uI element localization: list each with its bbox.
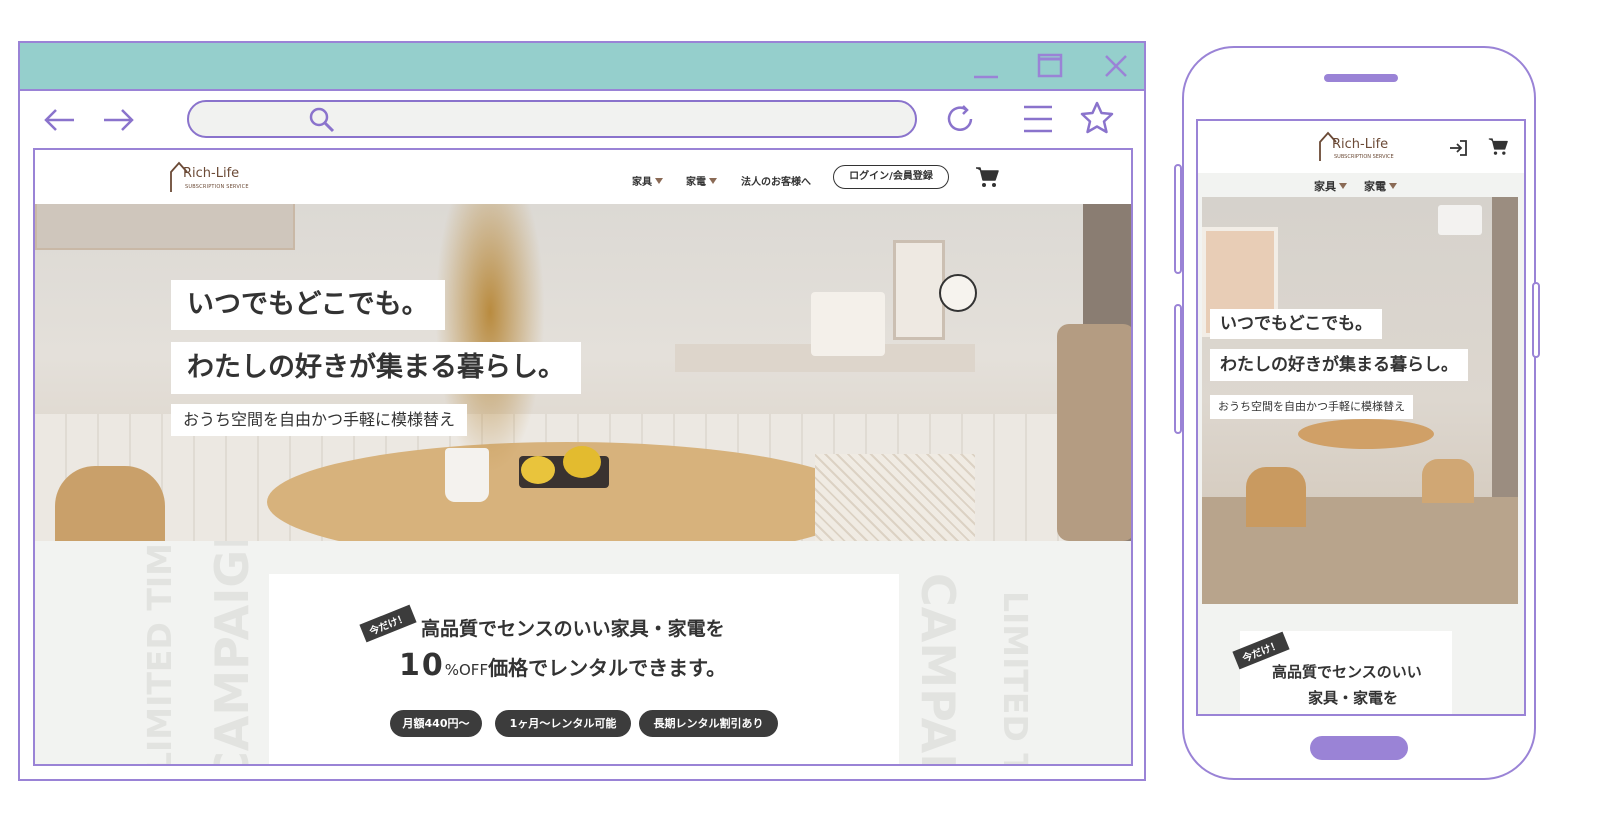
round-table-image: [1298, 419, 1434, 449]
bg-text-campaign-right: CAMPAIGN: [911, 573, 965, 766]
dropdown-triangle-icon: [655, 178, 663, 184]
desktop-browser-mockup: Rich-Life SUBSCRIPTION SERVICE 家具 家電 法人の…: [18, 41, 1146, 781]
nav-business[interactable]: 法人のお客様へ: [741, 173, 811, 188]
address-bar[interactable]: [187, 100, 917, 138]
logo-sub-text: SUBSCRIPTION SERVICE: [185, 184, 249, 190]
air-conditioner-image: [1438, 205, 1482, 235]
armchair-image: [1057, 324, 1131, 541]
chair-image: [1246, 467, 1306, 527]
phone-side-button-left-2: [1174, 304, 1182, 434]
minimize-icon[interactable]: [970, 51, 1002, 81]
mobile-campaign-headline-1: 高品質でセンスのいい: [1272, 663, 1422, 681]
campaign-card: 今だけ！ 高品質でセンスのいい家具・家電を 10%OFF価格でレンタルできます。…: [269, 574, 899, 764]
mobile-nav-furniture[interactable]: 家具: [1314, 178, 1347, 194]
nav-appliances-label: 家電: [686, 177, 706, 188]
chair-image: [55, 466, 165, 541]
bg-text-limited-time-right: LIMITED TIME: [996, 591, 1035, 766]
mobile-site-logo[interactable]: Rich-Life SUBSCRIPTION SERVICE: [1318, 131, 1402, 165]
mobile-cart-icon[interactable]: [1488, 137, 1508, 156]
lemon-image: [563, 446, 601, 478]
hero-subheadline: おうち空間を自由かつ手軽に模様替え: [171, 404, 468, 436]
discount-number: 10: [399, 648, 445, 683]
back-arrow-icon[interactable]: [40, 100, 80, 140]
mobile-nav-furniture-label: 家具: [1314, 180, 1336, 193]
desktop-page-viewport: Rich-Life SUBSCRIPTION SERVICE 家具 家電 法人の…: [33, 148, 1133, 766]
site-logo[interactable]: Rich-Life SUBSCRIPTION SERVICE: [169, 160, 253, 196]
mobile-phone-mockup: Rich-Life SUBSCRIPTION SERVICE 家具 家電 いつで…: [1174, 46, 1540, 780]
forward-arrow-icon[interactable]: [98, 100, 138, 140]
campaign-headline-1: 高品質でセンスのいい家具・家電を: [421, 618, 725, 640]
mobile-hero-section: いつでもどこでも。 わたしの好きが集まる暮らし。 おうち空間を自由かつ手軽に模様…: [1202, 197, 1518, 604]
site-header: Rich-Life SUBSCRIPTION SERVICE 家具 家電 法人の…: [35, 150, 1131, 204]
dropdown-triangle-icon: [1389, 183, 1397, 189]
search-icon: [309, 107, 335, 133]
mobile-nav-appliances-label: 家電: [1364, 180, 1386, 193]
phone-side-button-left-1: [1174, 164, 1182, 274]
hero-section: いつでもどこでも。 わたしの好きが集まる暮らし。 おうち空間を自由かつ手軽に模様…: [35, 204, 1131, 541]
pill-long-term-discount: 長期レンタル割引あり: [639, 710, 778, 737]
bookmark-star-icon[interactable]: [1078, 99, 1116, 137]
picture-frame-image: [893, 240, 945, 340]
nav-furniture[interactable]: 家具: [632, 173, 663, 188]
phone-speaker: [1324, 74, 1398, 82]
pill-monthly-rental: 1ヶ月〜レンタル可能: [495, 710, 631, 737]
campaign-headline-2: 10%OFF価格でレンタルできます。: [399, 648, 726, 683]
dropdown-triangle-icon: [709, 178, 717, 184]
logo-main-text: Rich-Life: [183, 166, 240, 181]
login-register-button[interactable]: ログイン/会員登録: [833, 165, 949, 189]
campaign-headline-2-rest: 価格でレンタルできます。: [488, 656, 727, 680]
nav-appliances[interactable]: 家電: [686, 173, 717, 188]
mobile-hero-subheadline: おうち空間を自由かつ手軽に模様替え: [1210, 395, 1413, 419]
login-icon[interactable]: [1448, 139, 1468, 157]
pill-monthly-price: 月額440円〜: [390, 710, 482, 737]
mobile-page-viewport: Rich-Life SUBSCRIPTION SERVICE 家具 家電 いつで…: [1196, 119, 1526, 716]
reload-icon[interactable]: [942, 101, 978, 137]
maximize-icon[interactable]: [1034, 51, 1066, 81]
bg-text-campaign-left: CAMPAIGN: [205, 541, 259, 766]
dropdown-triangle-icon: [1339, 183, 1347, 189]
limited-tag: 今だけ！: [359, 604, 417, 643]
menu-icon[interactable]: [1020, 101, 1056, 137]
discount-unit: %OFF: [444, 661, 489, 679]
mobile-nav-appliances[interactable]: 家電: [1364, 178, 1397, 194]
mug-image: [445, 448, 489, 502]
mobile-logo-main-text: Rich-Life: [1332, 137, 1389, 152]
browser-title-bar: [20, 43, 1144, 91]
close-icon[interactable]: [1100, 51, 1132, 81]
phone-side-button-right: [1532, 282, 1540, 358]
nav-furniture-label: 家具: [632, 177, 652, 188]
mobile-nav: 家具 家電: [1198, 173, 1524, 197]
chair-image: [1422, 459, 1474, 503]
campaign-section: LIMITED TIME CAMPAIGN CAMPAIGN LIMITED T…: [35, 541, 1131, 766]
mobile-logo-sub-text: SUBSCRIPTION SERVICE: [1334, 154, 1394, 160]
wall-clock-image: [939, 274, 977, 312]
phone-home-button[interactable]: [1310, 736, 1408, 760]
cabinet-image: [815, 454, 975, 541]
lamp-image: [811, 292, 885, 356]
bg-text-limited-time-left: LIMITED TIME: [140, 541, 179, 766]
hero-headline-2: わたしの好きが集まる暮らし。: [171, 342, 581, 394]
mobile-campaign-headline-2: 家具・家電を: [1308, 689, 1399, 707]
mobile-hero-headline-2: わたしの好きが集まる暮らし。: [1210, 349, 1468, 381]
mobile-campaign-card: 今だけ！ 高品質でセンスのいい 家具・家電を: [1232, 631, 1452, 714]
lemon-image: [521, 456, 555, 484]
cart-icon[interactable]: [975, 166, 999, 188]
wall-frame-image: [35, 204, 295, 250]
hero-headline-1: いつでもどこでも。: [171, 280, 445, 330]
mobile-site-header: Rich-Life SUBSCRIPTION SERVICE: [1198, 121, 1524, 173]
mobile-hero-headline-1: いつでもどこでも。: [1210, 309, 1383, 339]
